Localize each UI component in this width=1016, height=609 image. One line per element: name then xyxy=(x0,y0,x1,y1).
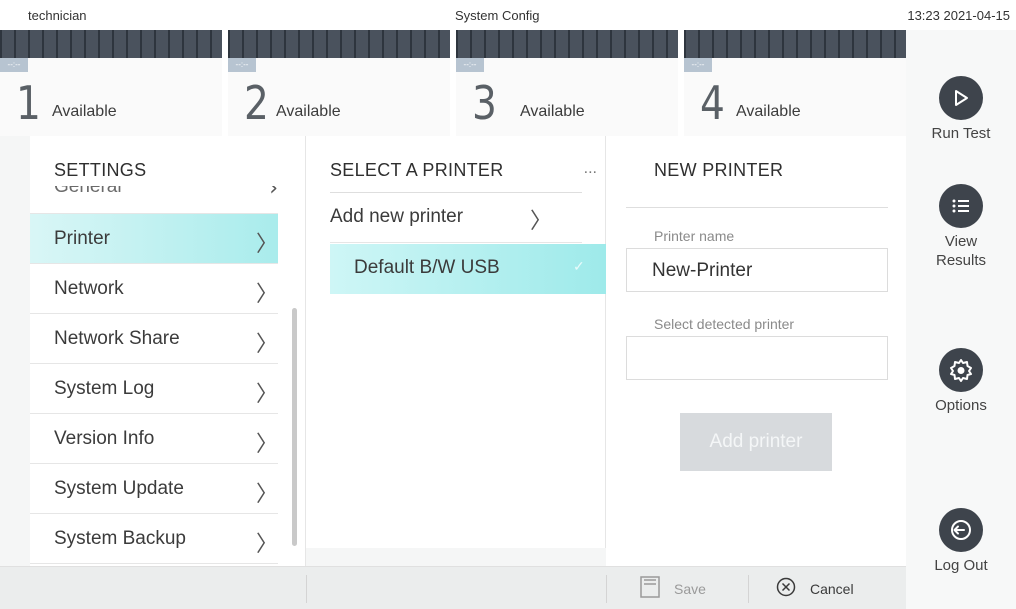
chevron-right-icon: 〉 xyxy=(255,532,278,557)
bay-header xyxy=(456,30,678,58)
printer-item-label: Default B/W USB xyxy=(354,257,500,278)
bay-number: 3 xyxy=(472,76,497,130)
bay-header xyxy=(228,30,450,58)
printer-item-default-bw-usb[interactable]: Default B/W USB ✓ xyxy=(330,244,606,294)
settings-item-system-backup[interactable]: System Backup 〉 xyxy=(30,514,278,564)
bay-tag: --:-- xyxy=(0,58,28,72)
settings-item-network[interactable]: Network 〉 xyxy=(30,264,278,314)
user-label: technician xyxy=(28,8,87,23)
bay-status: Available xyxy=(276,103,341,120)
settings-item-label: Network xyxy=(54,278,124,299)
chevron-right-icon: 〉 xyxy=(255,482,278,507)
view-results-label-line2: Results xyxy=(935,252,987,269)
window-title: System Config xyxy=(455,8,540,23)
bay-tag: --:-- xyxy=(228,58,256,72)
save-label: Save xyxy=(674,580,706,597)
detected-printer-select[interactable] xyxy=(626,336,888,380)
add-new-printer-label: Add new printer xyxy=(330,206,464,227)
bottom-action-bar: Save Cancel xyxy=(0,566,906,609)
run-test-button[interactable]: Run Test xyxy=(906,76,1016,143)
top-status-bar: technician System Config 13:23 2021-04-1… xyxy=(0,0,1016,30)
printer-select-column: SELECT A PRINTER ... Add new printer 〉 D… xyxy=(306,136,606,548)
view-results-label-line1: View xyxy=(944,233,978,250)
bay-number: 1 xyxy=(16,76,41,130)
divider xyxy=(606,575,607,603)
settings-item-label: Version Info xyxy=(54,428,155,449)
options-button[interactable]: Options xyxy=(906,348,1016,415)
divider xyxy=(626,207,888,208)
view-results-label: View Results xyxy=(906,232,1016,270)
play-icon xyxy=(939,76,983,120)
list-icon xyxy=(939,184,983,228)
settings-item-system-update[interactable]: System Update 〉 xyxy=(30,464,278,514)
printer-select-title: SELECT A PRINTER xyxy=(330,160,504,180)
cancel-label: Cancel xyxy=(810,580,854,597)
settings-column: SETTINGS General › Printer 〉 Network 〉 N… xyxy=(30,136,306,568)
options-label: Options xyxy=(935,397,987,414)
printer-name-label: Printer name xyxy=(654,228,735,244)
divider xyxy=(306,575,307,603)
datetime-label: 13:23 2021-04-15 xyxy=(907,8,1010,23)
new-printer-form: NEW PRINTER Printer name New-Printer Sel… xyxy=(606,136,906,568)
settings-item-label: System Log xyxy=(54,378,155,399)
log-out-label: Log Out xyxy=(934,557,988,574)
add-printer-button[interactable]: Add printer xyxy=(680,413,832,471)
bay-header xyxy=(684,30,906,58)
divider xyxy=(748,575,749,603)
settings-item-network-share[interactable]: Network Share 〉 xyxy=(30,314,278,364)
save-button[interactable]: Save xyxy=(640,567,706,609)
settings-item-label: Network Share xyxy=(54,328,180,349)
nav-rail: Run Test View Results Options Log Out xyxy=(906,30,1016,609)
logout-icon xyxy=(939,508,983,552)
detected-printer-label: Select detected printer xyxy=(654,316,795,332)
view-results-button[interactable]: View Results xyxy=(906,184,1016,270)
chevron-right-icon: 〉 xyxy=(530,209,553,234)
check-icon: ✓ xyxy=(573,258,585,274)
settings-item-label: System Backup xyxy=(54,528,186,549)
bay-number: 4 xyxy=(700,76,725,130)
chevron-right-icon: 〉 xyxy=(255,432,278,457)
bay-status: Available xyxy=(52,103,117,120)
log-out-button[interactable]: Log Out xyxy=(906,508,1016,575)
settings-title: SETTINGS xyxy=(54,160,147,180)
chevron-right-icon: 〉 xyxy=(255,232,278,257)
bay-tag: --:-- xyxy=(684,58,712,72)
settings-item-system-log[interactable]: System Log 〉 xyxy=(30,364,278,414)
save-icon xyxy=(640,576,660,601)
settings-item-version-info[interactable]: Version Info 〉 xyxy=(30,414,278,464)
settings-item-label: General xyxy=(54,186,122,197)
settings-list[interactable]: General › Printer 〉 Network 〉 Network Sh… xyxy=(30,186,278,568)
chevron-right-icon: 〉 xyxy=(255,282,278,307)
bay-number: 2 xyxy=(244,76,269,130)
settings-item-label: System Update xyxy=(54,478,184,499)
settings-item-general[interactable]: General › xyxy=(30,186,278,214)
printer-name-input[interactable]: New-Printer xyxy=(626,248,888,292)
cancel-button[interactable]: Cancel xyxy=(776,567,854,609)
cancel-circle-icon xyxy=(776,577,796,600)
settings-item-label: Printer xyxy=(54,228,110,249)
gear-icon xyxy=(939,348,983,392)
bay-status: Available xyxy=(520,103,585,120)
new-printer-title: NEW PRINTER xyxy=(654,160,784,180)
chevron-right-icon: 〉 xyxy=(255,332,278,357)
bay-tag: --:-- xyxy=(456,58,484,72)
more-icon[interactable]: ... xyxy=(584,160,597,178)
settings-scrollbar[interactable] xyxy=(292,308,297,546)
chevron-right-icon: › xyxy=(269,186,278,201)
add-new-printer-item[interactable]: Add new printer 〉 xyxy=(330,193,582,243)
run-test-label: Run Test xyxy=(931,125,991,142)
chevron-right-icon: 〉 xyxy=(255,382,278,407)
main-panel: SETTINGS General › Printer 〉 Network 〉 N… xyxy=(0,136,906,609)
settings-item-printer[interactable]: Printer 〉 xyxy=(30,214,278,264)
bay-status: Available xyxy=(736,103,801,120)
bay-header xyxy=(0,30,222,58)
